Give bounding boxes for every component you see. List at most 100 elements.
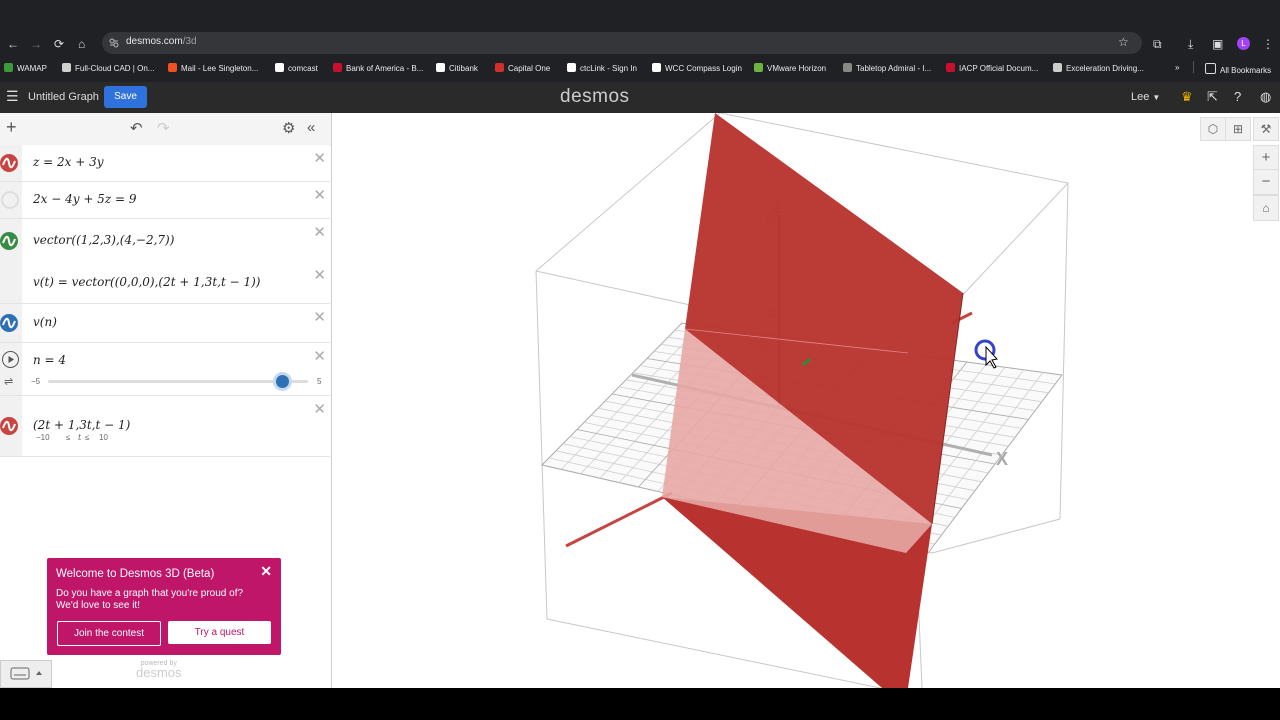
folder-icon bbox=[1205, 63, 1216, 74]
graph-visibility-icon[interactable] bbox=[0, 314, 18, 332]
app-header bbox=[0, 82, 1280, 113]
slider-settings-icon[interactable]: ⇌ bbox=[4, 375, 13, 388]
graph-canvas[interactable]: Z 20 10 X ⬡ ⊞ ⚒ + − ⌂ bbox=[332, 113, 1280, 688]
bookmark-item[interactable]: WCC Compass Login bbox=[652, 63, 742, 73]
zoom-in-icon[interactable]: + bbox=[1253, 145, 1279, 171]
powered-by: powered by desmos bbox=[136, 660, 182, 680]
delete-expression-icon[interactable]: ✕ bbox=[313, 149, 326, 167]
bookmark-item[interactable]: VMware Horizon bbox=[754, 63, 826, 73]
delete-expression-icon[interactable]: ✕ bbox=[313, 400, 326, 418]
expression-math[interactable]: v(t) = vector((0,0,0),(2t + 1,3t,t − 1)) bbox=[33, 275, 260, 289]
collapse-panel-icon[interactable]: « bbox=[307, 119, 315, 136]
domain-t-le2: ≤ bbox=[85, 433, 90, 442]
expression-row[interactable]: z = 2x + 3y ✕ bbox=[0, 145, 330, 182]
menu-kebab-icon[interactable]: ⋮ bbox=[1262, 37, 1274, 51]
bookmark-item[interactable]: IACP Official Docum... bbox=[946, 63, 1038, 73]
side-panel-icon[interactable]: ▣ bbox=[1212, 37, 1223, 51]
x-axis-label: X bbox=[996, 449, 1008, 469]
help-icon[interactable]: ? bbox=[1234, 89, 1241, 104]
undo-icon[interactable]: ↶ bbox=[130, 119, 143, 137]
domain-t-le1: ≤ bbox=[66, 433, 71, 442]
extensions-icon[interactable]: ⧉ bbox=[1153, 37, 1162, 52]
expression-math[interactable]: v(n) bbox=[33, 315, 57, 329]
bookmark-item[interactable]: Tabletop Admiral - I... bbox=[843, 63, 931, 73]
wrench-icon[interactable]: ⚒ bbox=[1253, 117, 1279, 141]
bookmark-favicon bbox=[1053, 63, 1062, 72]
bookmark-item[interactable]: Exceleration Driving... bbox=[1053, 63, 1144, 73]
reload-icon[interactable]: ⟳ bbox=[54, 37, 64, 51]
user-menu[interactable]: Lee ▼ bbox=[1131, 91, 1160, 103]
play-slider-icon[interactable] bbox=[2, 351, 19, 368]
graph-visibility-icon[interactable] bbox=[0, 417, 18, 435]
add-item-icon[interactable]: + bbox=[6, 117, 17, 138]
delete-expression-icon[interactable]: ✕ bbox=[313, 266, 326, 284]
join-contest-button[interactable]: Join the contest bbox=[57, 621, 161, 646]
bookmark-item[interactable]: WAMAP bbox=[4, 63, 47, 73]
delete-expression-icon[interactable]: ✕ bbox=[313, 223, 326, 241]
back-icon[interactable]: ← bbox=[7, 37, 19, 51]
downloads-icon[interactable]: ⤓ bbox=[1188, 37, 1193, 52]
bookmark-favicon bbox=[754, 63, 763, 72]
expression-row[interactable]: v(t) = vector((0,0,0),(2t + 1,3t,t − 1))… bbox=[0, 262, 330, 304]
forward-icon[interactable]: → bbox=[30, 37, 42, 51]
expression-math[interactable]: z = 2x + 3y bbox=[33, 155, 104, 169]
chevron-down-icon: ▼ bbox=[1152, 93, 1161, 102]
try-quest-button[interactable]: Try a quest bbox=[168, 621, 271, 644]
expression-row[interactable]: 2x − 4y + 5z = 9 ✕ bbox=[0, 182, 330, 219]
projection-cube-icon[interactable]: ⬡ bbox=[1200, 117, 1226, 141]
close-icon[interactable]: ✕ bbox=[260, 563, 272, 580]
keyboard-toggle[interactable] bbox=[0, 660, 52, 688]
bookmark-item[interactable]: ctcLink - Sign In bbox=[567, 63, 637, 73]
home-icon[interactable]: ⌂ bbox=[78, 37, 85, 51]
language-globe-icon[interactable]: ◍ bbox=[1260, 89, 1271, 105]
expression-row[interactable]: (2t + 1,3t,t − 1) ✕ −10 ≤ t ≤10 bbox=[0, 396, 330, 457]
bookmark-item[interactable]: Mail - Lee Singleton... bbox=[168, 63, 258, 73]
bookmark-favicon bbox=[843, 63, 852, 72]
bookmarks-more[interactable]: » bbox=[1175, 63, 1179, 72]
slider-max[interactable]: 5 bbox=[317, 377, 321, 386]
trophy-icon[interactable]: ♛ bbox=[1181, 89, 1193, 105]
redo-icon[interactable]: ↷ bbox=[157, 119, 170, 137]
domain-t-max[interactable]: 10 bbox=[99, 433, 108, 442]
slider-track[interactable] bbox=[48, 380, 308, 383]
expression-math[interactable]: (2t + 1,3t,t − 1) bbox=[33, 418, 130, 432]
address-bar[interactable]: desmos.com/3d ☆ bbox=[102, 32, 1142, 54]
expression-math[interactable]: 2x − 4y + 5z = 9 bbox=[33, 192, 136, 206]
bookmark-label: Full-Cloud CAD | On... bbox=[75, 64, 155, 73]
graph-hidden-icon[interactable] bbox=[1, 191, 19, 209]
popup-message: Do you have a graph that you're proud of… bbox=[56, 588, 244, 611]
graph-title[interactable]: Untitled Graph bbox=[28, 91, 99, 103]
bookmark-favicon bbox=[652, 63, 661, 72]
graph-visibility-icon[interactable] bbox=[0, 232, 18, 250]
expression-row[interactable]: n = 4 ✕ −5 5 ⇌ bbox=[0, 343, 330, 396]
expression-math[interactable]: n = 4 bbox=[33, 353, 66, 367]
bookmark-item[interactable]: Full-Cloud CAD | On... bbox=[62, 63, 154, 73]
domain-t-min[interactable]: −10 bbox=[36, 433, 50, 442]
bookmark-item[interactable]: Citibank bbox=[436, 63, 478, 73]
bookmark-star-icon[interactable]: ☆ bbox=[1118, 35, 1129, 49]
zoom-out-icon[interactable]: − bbox=[1253, 169, 1279, 195]
bookmark-favicon bbox=[168, 63, 177, 72]
save-button[interactable]: Save bbox=[104, 86, 147, 108]
expression-row[interactable]: vector((1,2,3),(4,−2,7)) ✕ bbox=[0, 219, 330, 263]
hamburger-menu-icon[interactable]: ☰ bbox=[6, 88, 19, 105]
home-view-icon[interactable]: ⌂ bbox=[1253, 195, 1279, 221]
delete-expression-icon[interactable]: ✕ bbox=[313, 308, 326, 326]
bookmark-item[interactable]: comcast bbox=[275, 63, 318, 73]
graph-3d-view[interactable]: Z 20 10 X bbox=[332, 113, 1280, 688]
grid-toggle-icon[interactable]: ⊞ bbox=[1225, 117, 1251, 141]
expression-row[interactable]: v(n) ✕ bbox=[0, 304, 330, 343]
delete-expression-icon[interactable]: ✕ bbox=[313, 186, 326, 204]
profile-avatar[interactable]: L bbox=[1237, 37, 1250, 50]
share-icon[interactable]: ⇱ bbox=[1207, 89, 1218, 105]
slider-thumb[interactable] bbox=[276, 375, 289, 388]
expression-math[interactable]: vector((1,2,3),(4,−2,7)) bbox=[33, 233, 174, 247]
settings-gear-icon[interactable]: ⚙ bbox=[282, 119, 295, 137]
bookmark-item[interactable]: Bank of America - B... bbox=[333, 63, 423, 73]
bookmark-item[interactable]: Capital One bbox=[495, 63, 550, 73]
slider-min[interactable]: −5 bbox=[31, 377, 40, 386]
all-bookmarks[interactable]: All Bookmarks bbox=[1205, 63, 1271, 75]
site-info-icon[interactable] bbox=[109, 38, 119, 48]
graph-visibility-icon[interactable] bbox=[0, 154, 18, 172]
delete-expression-icon[interactable]: ✕ bbox=[313, 347, 326, 365]
